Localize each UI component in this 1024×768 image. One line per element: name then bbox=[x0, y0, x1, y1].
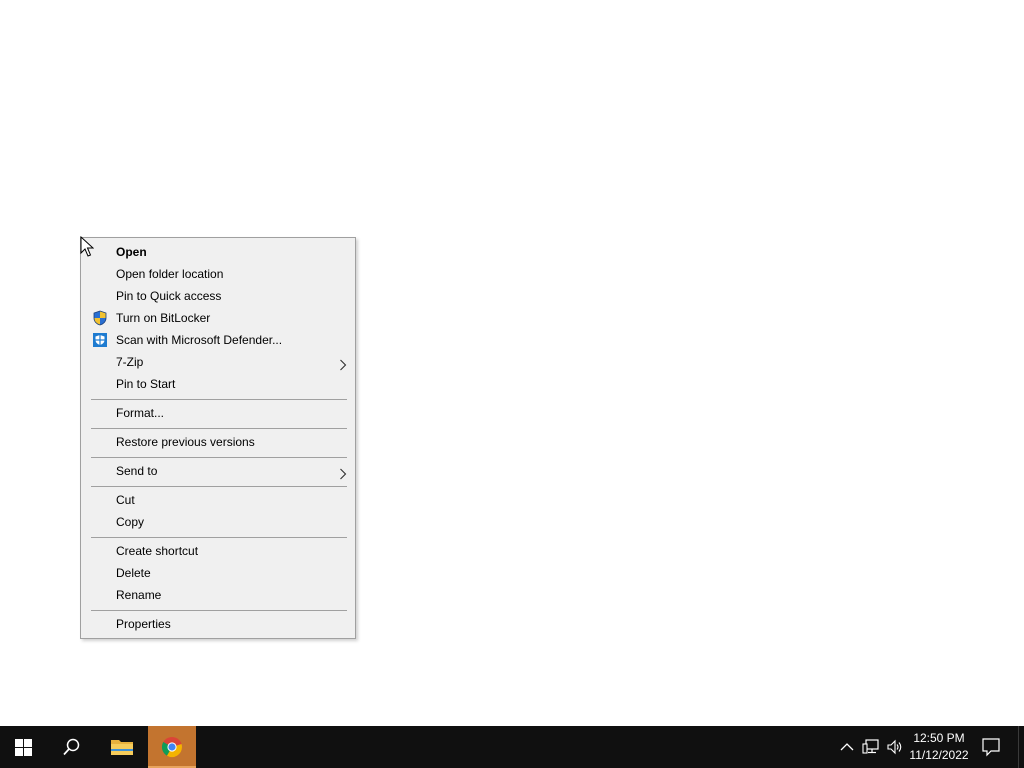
menu-item-label: Send to bbox=[116, 464, 158, 478]
menu-item-label: Open folder location bbox=[116, 267, 224, 281]
chevron-right-icon bbox=[339, 356, 347, 371]
menu-item-label: Copy bbox=[116, 515, 145, 529]
search-button[interactable] bbox=[48, 726, 96, 768]
menu-item-open[interactable]: Open bbox=[83, 241, 353, 263]
folder-icon bbox=[111, 740, 133, 755]
menu-item-scan-defender[interactable]: Scan with Microsoft Defender... bbox=[83, 329, 353, 351]
menu-item-create-shortcut[interactable]: Create shortcut bbox=[83, 540, 353, 562]
taskbar-app-chrome[interactable] bbox=[148, 726, 196, 768]
menu-item-cut[interactable]: Cut bbox=[83, 489, 353, 511]
menu-item-label: Create shortcut bbox=[116, 544, 199, 558]
menu-item-open-folder-location[interactable]: Open folder location bbox=[83, 263, 353, 285]
show-desktop-button[interactable] bbox=[1018, 726, 1024, 768]
taskbar-clock[interactable]: 12:50 PM 11/12/2022 bbox=[906, 730, 972, 766]
mouse-cursor-icon bbox=[80, 235, 95, 258]
menu-item-7zip[interactable]: 7-Zip bbox=[83, 351, 353, 373]
menu-item-restore-previous-versions[interactable]: Restore previous versions bbox=[83, 431, 353, 453]
menu-item-label: Scan with Microsoft Defender... bbox=[116, 333, 283, 347]
menu-item-send-to[interactable]: Send to bbox=[83, 460, 353, 482]
menu-item-label: Restore previous versions bbox=[116, 435, 255, 449]
menu-item-label: Turn on BitLocker bbox=[116, 311, 211, 325]
defender-icon bbox=[92, 332, 108, 348]
menu-item-label: Pin to Quick access bbox=[116, 289, 222, 303]
network-icon[interactable] bbox=[862, 738, 880, 756]
chevron-right-icon bbox=[339, 465, 347, 480]
menu-separator bbox=[91, 428, 347, 429]
menu-separator bbox=[91, 610, 347, 611]
menu-separator bbox=[91, 457, 347, 458]
menu-item-label: Rename bbox=[116, 588, 162, 602]
clock-time: 12:50 PM bbox=[913, 731, 965, 745]
chrome-icon bbox=[161, 737, 183, 758]
menu-item-label: Delete bbox=[116, 566, 151, 580]
shield-uac-icon bbox=[92, 310, 108, 326]
menu-item-pin-to-quick-access[interactable]: Pin to Quick access bbox=[83, 285, 353, 307]
menu-item-format[interactable]: Format... bbox=[83, 402, 353, 424]
menu-item-label: Cut bbox=[116, 493, 135, 507]
menu-item-label: Format... bbox=[116, 406, 165, 420]
menu-separator bbox=[91, 399, 347, 400]
taskbar-app-file-explorer[interactable] bbox=[98, 726, 146, 768]
menu-item-delete[interactable]: Delete bbox=[83, 562, 353, 584]
menu-item-label: Pin to Start bbox=[116, 377, 176, 391]
notification-center-icon[interactable] bbox=[980, 737, 1002, 757]
windows-logo-icon bbox=[15, 739, 32, 756]
menu-item-pin-to-start[interactable]: Pin to Start bbox=[83, 373, 353, 395]
menu-item-turn-on-bitlocker[interactable]: Turn on BitLocker bbox=[83, 307, 353, 329]
start-button[interactable] bbox=[0, 726, 48, 768]
volume-icon[interactable] bbox=[886, 738, 904, 756]
chevron-up-icon[interactable] bbox=[838, 738, 856, 756]
clock-date: 11/12/2022 bbox=[909, 748, 969, 762]
menu-item-rename[interactable]: Rename bbox=[83, 584, 353, 606]
menu-item-label: 7-Zip bbox=[116, 355, 144, 369]
menu-item-copy[interactable]: Copy bbox=[83, 511, 353, 533]
menu-item-properties[interactable]: Properties bbox=[83, 613, 353, 635]
context-menu: Open Open folder location Pin to Quick a… bbox=[80, 237, 356, 639]
menu-item-label: Open bbox=[116, 245, 147, 259]
taskbar: 12:50 PM 11/12/2022 bbox=[0, 726, 1024, 768]
search-icon bbox=[63, 738, 80, 756]
menu-separator bbox=[91, 537, 347, 538]
menu-item-label: Properties bbox=[116, 617, 171, 631]
menu-separator bbox=[91, 486, 347, 487]
